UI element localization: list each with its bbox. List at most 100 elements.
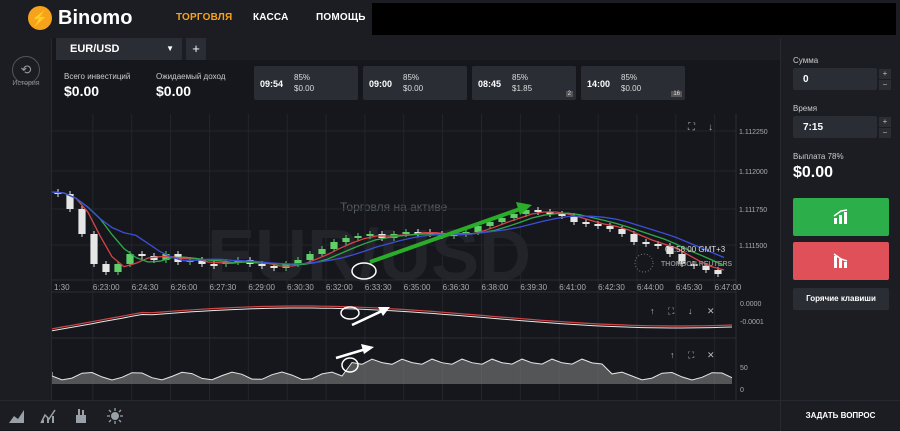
add-asset-button[interactable]: + xyxy=(186,38,206,60)
brand-logo[interactable]: ⚡ Binomo xyxy=(28,6,132,30)
total-invest: Всего инвестиций $0.00 xyxy=(64,72,130,99)
macd-line xyxy=(51,307,733,332)
time-field[interactable]: 7:15 xyxy=(793,116,877,138)
drawing-tools-icon[interactable] xyxy=(72,407,90,425)
info-bar: Всего инвестиций $0.00 Ожидаемый доход $… xyxy=(56,62,780,114)
deal-time: 09:54 xyxy=(260,79,284,89)
total-invest-value: $0.00 xyxy=(64,83,100,99)
chart-type-icon[interactable] xyxy=(8,407,26,425)
amount-label: Сумма xyxy=(793,56,819,65)
candle xyxy=(306,254,314,260)
deal-card[interactable]: 09:00 85% $0.00 xyxy=(363,66,467,100)
theme-icon[interactable] xyxy=(106,407,124,425)
candle xyxy=(402,232,410,234)
time-tick: 6:44:00 xyxy=(637,283,664,292)
call-up-button[interactable] xyxy=(793,198,889,236)
deal-time: 09:00 xyxy=(369,79,393,89)
arrow-down-icon[interactable]: ↓ xyxy=(688,306,693,316)
macd-tick: -0.0001 xyxy=(740,319,764,326)
plus-icon[interactable]: + xyxy=(879,69,891,79)
time-tick: 6:38:00 xyxy=(482,283,509,292)
arrow-up-icon[interactable]: ↑ xyxy=(670,350,675,360)
deal-card[interactable]: 14:00 85% $0.00 16 xyxy=(581,66,685,100)
deal-value: $0.00 xyxy=(621,84,642,93)
osc-annotation-arrowhead xyxy=(361,344,374,354)
time-tick: 6:42:30 xyxy=(598,283,625,292)
deal-time: 14:00 xyxy=(587,79,611,89)
time-tick: 6:29:00 xyxy=(248,283,275,292)
nav-help[interactable]: ПОМОЩЬ xyxy=(316,12,366,23)
nav-trading[interactable]: ТОРГОВЛЯ xyxy=(176,12,232,23)
fullscreen-icon[interactable]: ⛶ xyxy=(667,306,675,316)
time-tick: 6:41:00 xyxy=(559,283,586,292)
time-tick: 6:23:00 xyxy=(93,283,120,292)
trade-panel: Сумма 0 + − Время 7:15 + − Выплата 78% $… xyxy=(780,38,900,400)
candle xyxy=(366,234,374,236)
plus-icon[interactable]: + xyxy=(879,117,891,127)
candle xyxy=(630,234,638,242)
time-label: Время xyxy=(793,104,818,113)
nav-cashier[interactable]: КАССА xyxy=(253,12,289,23)
osc-tick: 50 xyxy=(740,365,748,372)
deal-card[interactable]: 09:54 85% $0.00 xyxy=(254,66,358,100)
time-tick: 6:36:30 xyxy=(443,283,470,292)
time-tick: 6:30:30 xyxy=(287,283,314,292)
macd-tick: 0.0000 xyxy=(740,301,762,308)
deal-value: $0.00 xyxy=(403,84,424,93)
candle xyxy=(606,226,614,229)
osc-tick: 0 xyxy=(740,387,744,394)
indicators-icon[interactable] xyxy=(40,407,58,425)
close-icon[interactable]: ✕ xyxy=(707,306,715,316)
hotkeys-button[interactable]: Горячие клавиши xyxy=(793,288,889,310)
payout-value: $0.00 xyxy=(793,164,834,181)
minus-icon[interactable]: − xyxy=(879,80,891,90)
arrow-up-icon[interactable]: ↑ xyxy=(650,306,655,316)
total-invest-label: Всего инвестиций xyxy=(64,72,131,81)
chevron-down-icon[interactable]: ▼ xyxy=(166,44,174,53)
brand-name: Binomo xyxy=(58,6,133,29)
price-chart[interactable]: EUR/USD Торговля на активе 1.1122501.112… xyxy=(51,114,780,400)
macd-signal-line xyxy=(51,305,733,330)
time-tick: 6:24:30 xyxy=(132,283,159,292)
chart-area[interactable]: EUR/USD Торговля на активе 1.112250 1.112… xyxy=(51,114,780,400)
candle xyxy=(342,238,350,242)
fullscreen-icon[interactable]: ⛶ xyxy=(687,350,695,360)
deal-card[interactable]: 08:45 85% $1.85 2 xyxy=(472,66,576,100)
candle xyxy=(354,236,362,238)
time-tick: 6:32:00 xyxy=(326,283,353,292)
server-clock: 06:58:00 GMT+3 xyxy=(665,245,726,254)
osc-annotation-arrow xyxy=(335,347,367,360)
price-tick: 1.111750 xyxy=(739,207,767,214)
payout-label: Выплата 78% xyxy=(793,152,844,161)
deal-pct: 85% xyxy=(621,73,638,82)
ask-question-button[interactable]: ЗАДАТЬ ВОПРОС xyxy=(780,401,900,431)
price-tick: 1.112000 xyxy=(739,169,768,176)
minus-icon[interactable]: − xyxy=(879,128,891,138)
close-icon[interactable]: ✕ xyxy=(707,350,715,360)
time-tick: 6:47:00 xyxy=(715,283,742,292)
candle xyxy=(210,264,218,266)
candle xyxy=(582,222,590,224)
thomson-reuters-logo-icon xyxy=(634,253,654,273)
arrow-down-icon[interactable]: ↓ xyxy=(708,122,713,133)
redacted-area xyxy=(372,3,896,35)
put-down-button[interactable] xyxy=(793,242,889,280)
history-label: История xyxy=(12,80,40,87)
asset-tab[interactable]: EUR/USD ▼ xyxy=(56,38,182,60)
deal-value: $1.85 xyxy=(512,84,533,93)
time-tick: 6:33:30 xyxy=(365,283,392,292)
time-tick: 1:30 xyxy=(54,283,70,292)
time-tick: 6:27:30 xyxy=(209,283,236,292)
expected-income-label: Ожидаемый доход xyxy=(156,72,226,81)
data-provider: THOMSON REUTERS xyxy=(661,261,733,268)
candle xyxy=(258,264,266,266)
fullscreen-icon[interactable]: ⛶ xyxy=(687,122,696,133)
osc-area xyxy=(52,359,732,384)
candle xyxy=(270,266,278,268)
deal-pct: 85% xyxy=(403,73,420,82)
price-axis: 1.112250 1.112000 1.111750 1.111500 xyxy=(739,129,768,250)
candle xyxy=(90,234,98,264)
deal-pct: 85% xyxy=(294,73,311,82)
amount-field[interactable]: 0 xyxy=(793,68,877,90)
candle xyxy=(642,242,650,244)
